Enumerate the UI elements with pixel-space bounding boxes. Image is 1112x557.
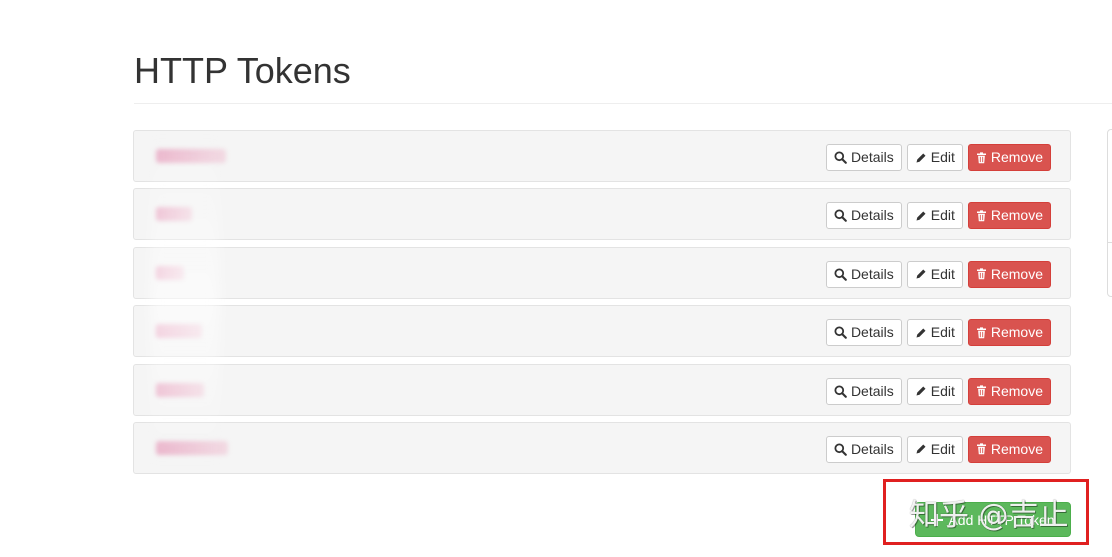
edit-label: Edit [930,440,955,457]
edit-button[interactable]: Edit [906,144,963,171]
trash-icon [976,327,986,338]
search-icon [834,443,847,456]
edit-button[interactable]: Edit [906,377,963,405]
token-name: tkn5 [156,382,204,397]
pencil-icon [916,269,926,279]
token-name: token-1 [156,149,226,163]
token-row: t3 Details Edit Remove [133,246,1071,299]
token-actions: Details Edit Remove [825,202,1051,230]
edit-button[interactable]: Edit [906,435,963,463]
edit-label: Edit [930,265,955,282]
edit-button[interactable]: Edit [906,319,963,347]
remove-label: Remove [990,149,1043,165]
details-button[interactable]: Details [825,435,902,463]
search-icon [834,209,847,223]
token-actions: Details Edit Remove [825,435,1051,463]
details-label: Details [850,265,894,282]
trash-icon [976,268,986,280]
details-label: Details [850,440,894,457]
token-name: tk2 [156,207,192,222]
token-list: token-1 Details Edit Remove tk2 [133,130,1071,480]
details-label: Details [850,149,894,165]
token-actions: Details Edit Remove [825,319,1051,347]
title-divider [134,103,1112,104]
add-token-button[interactable]: Add HTTP Token [915,502,1071,537]
pencil-icon [916,328,926,338]
token-actions: Details Edit Remove [825,260,1051,288]
token-name: t3 [156,265,184,280]
remove-label: Remove [990,265,1043,282]
token-name: token-six [156,440,228,455]
search-icon [834,151,847,164]
trash-icon [976,151,986,163]
side-panel-edge [1107,129,1112,297]
highlight-box: Add HTTP Token [883,479,1089,545]
search-icon [834,385,847,398]
pencil-icon [916,153,926,162]
pencil-icon [916,444,926,454]
token-name: tok4 [156,324,202,339]
page: HTTP Tokens token-1 Details Edit Remove [0,0,1112,557]
remove-button[interactable]: Remove [967,202,1051,230]
edit-button[interactable]: Edit [906,202,963,230]
remove-button[interactable]: Remove [967,435,1051,463]
page-title: HTTP Tokens [134,50,351,91]
remove-button[interactable]: Remove [967,260,1051,288]
details-button[interactable]: Details [825,260,902,288]
edit-button[interactable]: Edit [906,260,963,288]
token-actions: Details Edit Remove [825,144,1051,171]
trash-icon [976,210,986,222]
pencil-icon [916,211,926,221]
remove-button[interactable]: Remove [967,377,1051,405]
details-button[interactable]: Details [825,144,902,171]
remove-label: Remove [990,207,1043,224]
token-row: tkn5 Details Edit Remove [133,363,1071,416]
search-icon [834,268,847,281]
search-icon [834,326,847,340]
details-label: Details [850,207,894,224]
edit-label: Edit [930,207,955,224]
side-panel-divider [1108,242,1112,243]
edit-label: Edit [930,382,955,399]
remove-button[interactable]: Remove [967,144,1051,171]
details-button[interactable]: Details [825,319,902,347]
edit-label: Edit [930,149,955,165]
add-token-label: Add HTTP Token [948,511,1055,528]
remove-button[interactable]: Remove [967,319,1051,347]
details-label: Details [850,382,894,399]
details-button[interactable]: Details [825,377,902,405]
details-button[interactable]: Details [825,202,902,230]
remove-label: Remove [990,324,1043,341]
plus-icon [931,513,944,526]
remove-label: Remove [990,440,1043,457]
token-actions: Details Edit Remove [825,377,1051,405]
trash-icon [976,443,986,455]
trash-icon [976,385,986,397]
token-row: token-six Details Edit Remove [133,421,1071,474]
details-label: Details [850,324,894,341]
token-row: token-1 Details Edit Remove [133,130,1071,182]
pencil-icon [916,386,926,396]
edit-label: Edit [930,324,955,341]
token-row: tk2 Details Edit Remove [133,188,1071,241]
remove-label: Remove [990,382,1043,399]
token-row: tok4 Details Edit Remove [133,305,1071,358]
